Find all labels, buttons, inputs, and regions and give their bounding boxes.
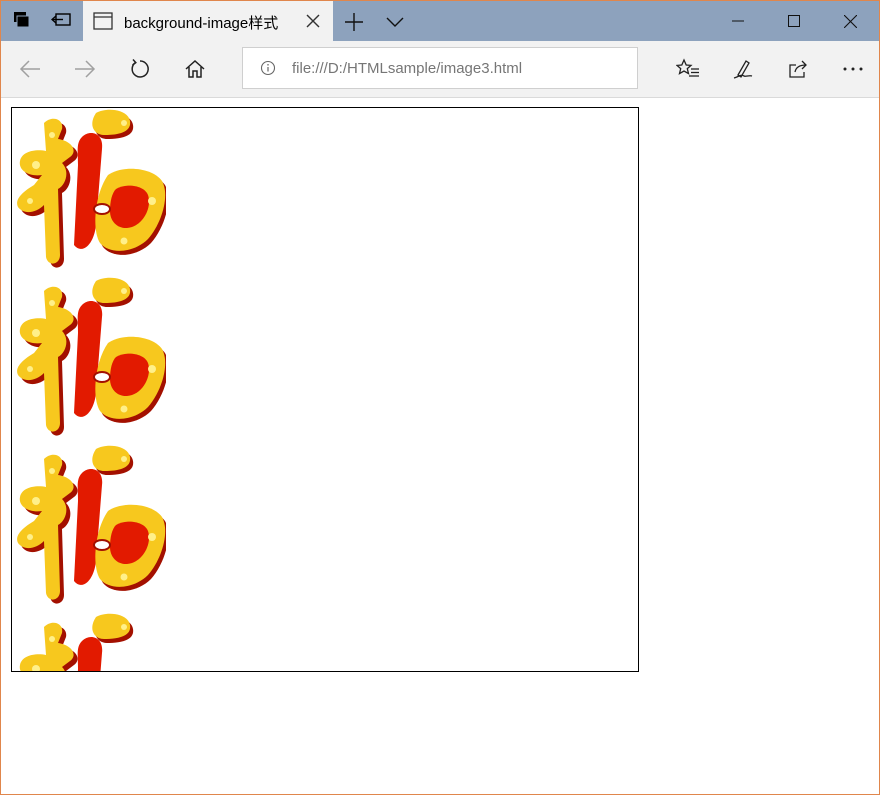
- home-icon: [185, 59, 205, 78]
- forward-button[interactable]: [71, 55, 99, 83]
- back-button[interactable]: [16, 55, 44, 83]
- background-image-box: [11, 107, 639, 672]
- fu-character-image: [17, 277, 166, 436]
- close-icon: [843, 14, 857, 28]
- refresh-icon: [131, 58, 149, 78]
- home-button[interactable]: [181, 55, 209, 83]
- minimize-icon: [732, 20, 744, 22]
- fu-character-image: [19, 613, 134, 671]
- close-icon[interactable]: [305, 13, 321, 29]
- share-button[interactable]: [784, 55, 812, 83]
- tab-title: background-image样式: [124, 15, 279, 32]
- page-content: [1, 98, 879, 794]
- tab-set-aside-icon[interactable]: [11, 9, 33, 31]
- plus-icon[interactable]: [344, 12, 364, 32]
- address-bar[interactable]: file:///D:/HTMLsample/image3.html: [242, 47, 638, 89]
- chevron-down-icon[interactable]: [385, 14, 405, 30]
- info-icon[interactable]: [260, 60, 276, 76]
- arrow-right-icon: [75, 60, 96, 78]
- fu-character-image: [17, 109, 166, 268]
- favorites-button[interactable]: [674, 55, 702, 83]
- maximize-icon: [788, 15, 800, 27]
- window-close-button[interactable]: [821, 1, 879, 41]
- address-url[interactable]: file:///D:/HTMLsample/image3.html: [292, 60, 522, 77]
- arrow-left-icon: [19, 60, 40, 78]
- navigation-bar: file:///D:/HTMLsample/image3.html: [1, 41, 879, 98]
- page-icon: [93, 12, 113, 30]
- share-icon: [789, 60, 807, 78]
- maximize-button[interactable]: [765, 1, 823, 41]
- pen-icon: [733, 60, 753, 79]
- refresh-button[interactable]: [126, 55, 154, 83]
- favorites-icon: [676, 58, 699, 77]
- minimize-button[interactable]: [709, 1, 767, 41]
- tabs-aside-icon[interactable]: [51, 9, 73, 31]
- notes-button[interactable]: [729, 55, 757, 83]
- fu-character-image: [17, 445, 166, 604]
- browser-window: background-image样式 file:///D:/HTMLsample…: [0, 0, 880, 795]
- more-icon: [843, 67, 863, 71]
- tab-active[interactable]: background-image样式: [83, 1, 333, 41]
- more-button[interactable]: [839, 55, 867, 83]
- title-bar: background-image样式: [1, 1, 879, 41]
